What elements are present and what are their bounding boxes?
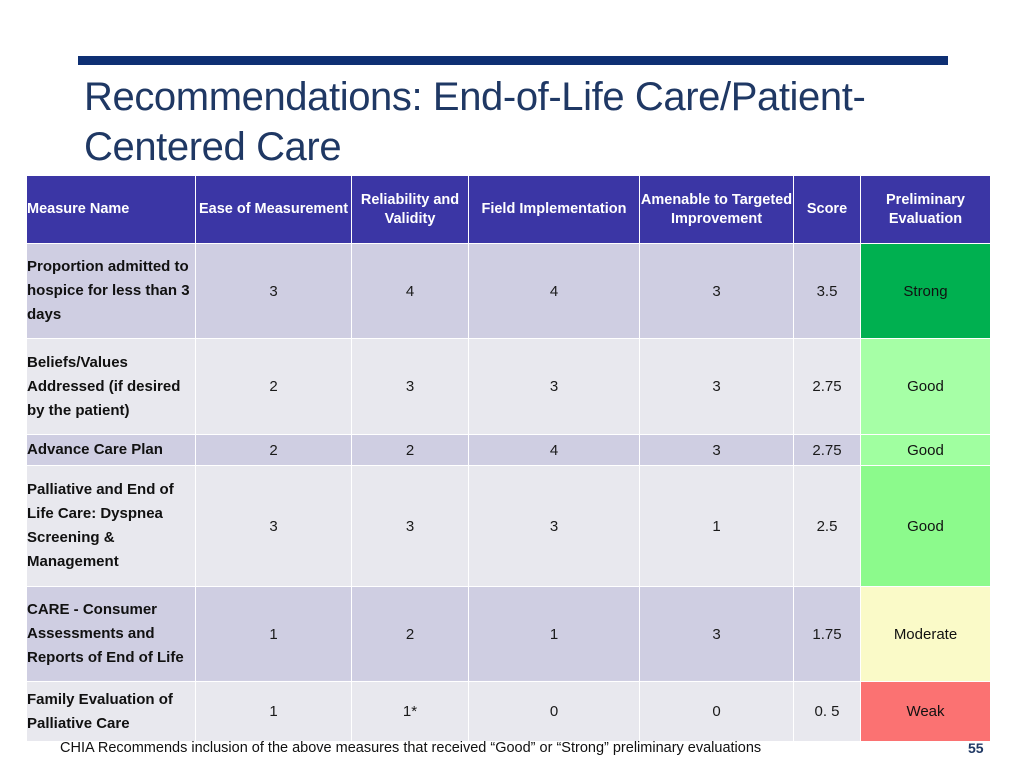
status-badge: Moderate (860, 586, 991, 682)
ease-value: 1 (195, 681, 352, 742)
column-header-score: Score (793, 175, 861, 244)
measure-name: Beliefs/Values Addressed (if desired by … (26, 338, 196, 435)
column-header-preliminary-evaluation: Preliminary Evaluation (860, 175, 991, 244)
status-badge: Good (860, 465, 991, 587)
field-value: 3 (468, 338, 640, 435)
status-badge: Good (860, 434, 991, 466)
amenable-value: 3 (639, 338, 794, 435)
measure-name: Family Evaluation of Palliative Care (26, 681, 196, 742)
score-value: 3.5 (793, 243, 861, 339)
footer-note: CHIA Recommends inclusion of the above m… (60, 740, 762, 756)
column-header-ease-of-measurement: Ease of Measurement (195, 175, 352, 244)
reliability-value: 4 (351, 243, 469, 339)
ease-value: 2 (195, 434, 352, 466)
field-value: 4 (468, 434, 640, 466)
amenable-value: 0 (639, 681, 794, 742)
field-value: 0 (468, 681, 640, 742)
score-value: 0. 5 (793, 681, 861, 742)
reliability-value: 1* (351, 681, 469, 742)
measure-name: Palliative and End of Life Care: Dyspnea… (26, 465, 196, 587)
field-value: 1 (468, 586, 640, 682)
amenable-value: 3 (639, 243, 794, 339)
title-accent-bar (78, 56, 948, 65)
table-row: Palliative and End of Life Care: Dyspnea… (26, 465, 991, 587)
column-header-measure-name: Measure Name (26, 175, 196, 244)
measures-table: Measure Name Ease of Measurement Reliabi… (26, 175, 991, 742)
score-value: 2.5 (793, 465, 861, 587)
reliability-value: 2 (351, 586, 469, 682)
page-number: 55 (968, 740, 984, 756)
ease-value: 3 (195, 465, 352, 587)
table-header-row: Measure Name Ease of Measurement Reliabi… (26, 175, 991, 244)
table-row: CARE - Consumer Assessments and Reports … (26, 586, 991, 682)
amenable-value: 1 (639, 465, 794, 587)
reliability-value: 3 (351, 338, 469, 435)
reliability-value: 2 (351, 434, 469, 466)
field-value: 4 (468, 243, 640, 339)
status-badge: Good (860, 338, 991, 435)
column-header-field-implementation: Field Implementation (468, 175, 640, 244)
ease-value: 2 (195, 338, 352, 435)
column-header-reliability-and-validity: Reliability and Validity (351, 175, 469, 244)
ease-value: 3 (195, 243, 352, 339)
page-title: Recommendations: End-of-Life Care/Patien… (84, 75, 866, 169)
table-row: Family Evaluation of Palliative Care 1 1… (26, 681, 991, 742)
table-row: Beliefs/Values Addressed (if desired by … (26, 338, 991, 435)
score-value: 2.75 (793, 338, 861, 435)
table-row: Advance Care Plan 2 2 4 3 2.75 Good (26, 434, 991, 466)
measure-name: CARE - Consumer Assessments and Reports … (26, 586, 196, 682)
table-row: Proportion admitted to hospice for less … (26, 243, 991, 339)
measure-name: Advance Care Plan (26, 434, 196, 466)
score-value: 2.75 (793, 434, 861, 466)
column-header-amenable-to-targeted-improvement: Amenable to Targeted Improvement (639, 175, 794, 244)
ease-value: 1 (195, 586, 352, 682)
amenable-value: 3 (639, 586, 794, 682)
status-badge: Strong (860, 243, 991, 339)
status-badge: Weak (860, 681, 991, 742)
amenable-value: 3 (639, 434, 794, 466)
measure-name: Proportion admitted to hospice for less … (26, 243, 196, 339)
field-value: 3 (468, 465, 640, 587)
reliability-value: 3 (351, 465, 469, 587)
score-value: 1.75 (793, 586, 861, 682)
